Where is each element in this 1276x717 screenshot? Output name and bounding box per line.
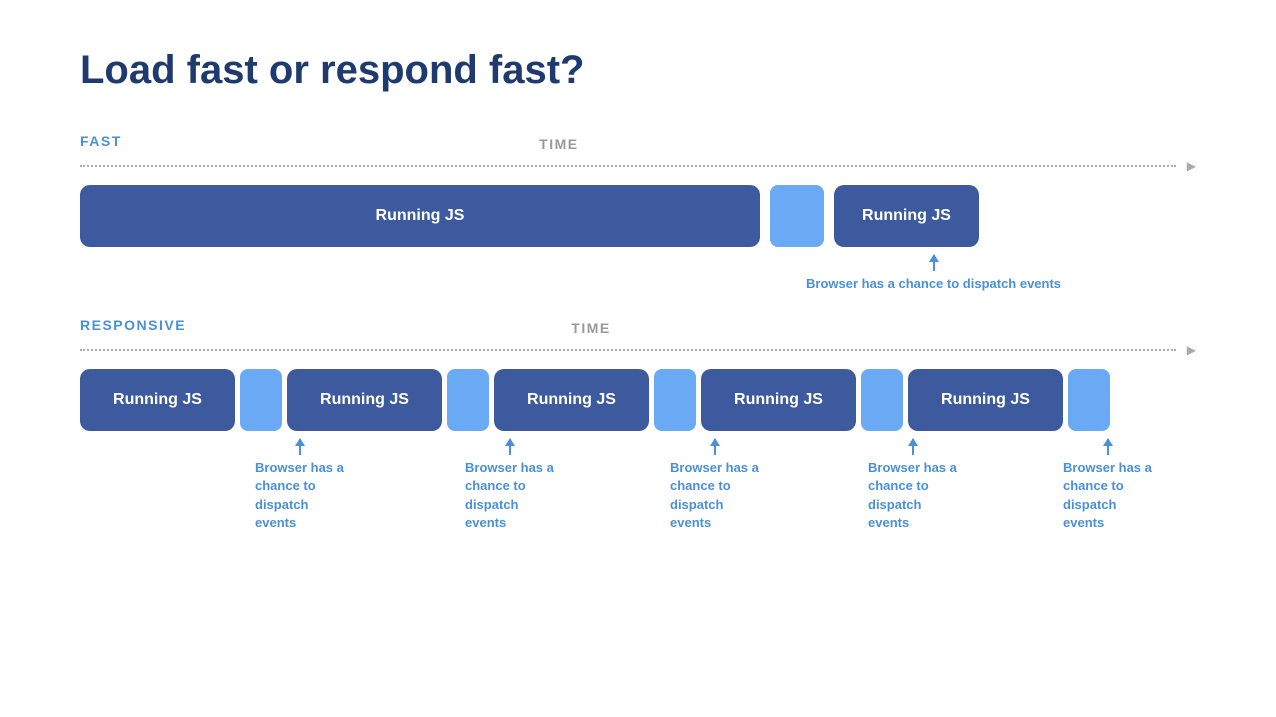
- resp-annotation-1: Browser has achance todispatch events: [255, 439, 345, 532]
- responsive-blocks-row: Running JS Running JS Running JS Running…: [80, 369, 1196, 431]
- resp-js-block-2: Running JS: [287, 369, 442, 431]
- resp-gap-3: [654, 369, 696, 431]
- page-title: Load fast or respond fast?: [80, 48, 1196, 93]
- resp-annotation-2: Browser has achance todispatch events: [465, 439, 555, 532]
- resp-ann-arrow-3: [714, 439, 716, 455]
- resp-ann-text-2: Browser has achance todispatch events: [465, 459, 555, 532]
- fast-annotation-text: Browser has a chance to dispatch events: [806, 275, 1061, 293]
- responsive-time-label: TIME: [571, 320, 610, 336]
- resp-ann-arrow-5: [1107, 439, 1109, 455]
- fast-section: FAST TIME Running JS Running JS Browser …: [80, 133, 1196, 293]
- resp-ann-arrow-2: [509, 439, 511, 455]
- resp-ann-text-3: Browser has achance todispatch events: [670, 459, 760, 532]
- fast-annotation: Browser has a chance to dispatch events: [806, 255, 1061, 293]
- fast-label: FAST: [80, 133, 122, 149]
- fast-gap-block: [770, 185, 824, 247]
- resp-js-block-5: Running JS: [908, 369, 1063, 431]
- resp-js-block-3: Running JS: [494, 369, 649, 431]
- fast-small-js-block: Running JS: [834, 185, 979, 247]
- resp-annotation-5: Browser has achance todispatch events: [1063, 439, 1153, 532]
- responsive-section: RESPONSIVE TIME Running JS Running JS Ru…: [80, 317, 1196, 532]
- responsive-arrow-line: [80, 343, 1196, 357]
- fast-blocks-row: Running JS Running JS: [80, 185, 1196, 247]
- resp-ann-text-5: Browser has achance todispatch events: [1063, 459, 1153, 532]
- slide: Load fast or respond fast? FAST TIME Run…: [0, 0, 1276, 717]
- resp-gap-2: [447, 369, 489, 431]
- fast-arrow-line: [80, 159, 1196, 173]
- resp-ann-arrow-4: [912, 439, 914, 455]
- resp-gap-5: [1068, 369, 1110, 431]
- fast-time-label: TIME: [539, 136, 578, 152]
- resp-annotation-3: Browser has achance todispatch events: [670, 439, 760, 532]
- resp-ann-text-1: Browser has achance todispatch events: [255, 459, 345, 532]
- resp-annotation-4: Browser has achance todispatch events: [868, 439, 958, 532]
- resp-gap-4: [861, 369, 903, 431]
- fast-big-js-block: Running JS: [80, 185, 760, 247]
- resp-js-block-4: Running JS: [701, 369, 856, 431]
- resp-gap-1: [240, 369, 282, 431]
- responsive-label: RESPONSIVE: [80, 317, 186, 333]
- resp-ann-text-4: Browser has achance todispatch events: [868, 459, 958, 532]
- resp-js-block-1: Running JS: [80, 369, 235, 431]
- fast-annotation-arrow: [933, 255, 935, 271]
- resp-ann-arrow-1: [299, 439, 301, 455]
